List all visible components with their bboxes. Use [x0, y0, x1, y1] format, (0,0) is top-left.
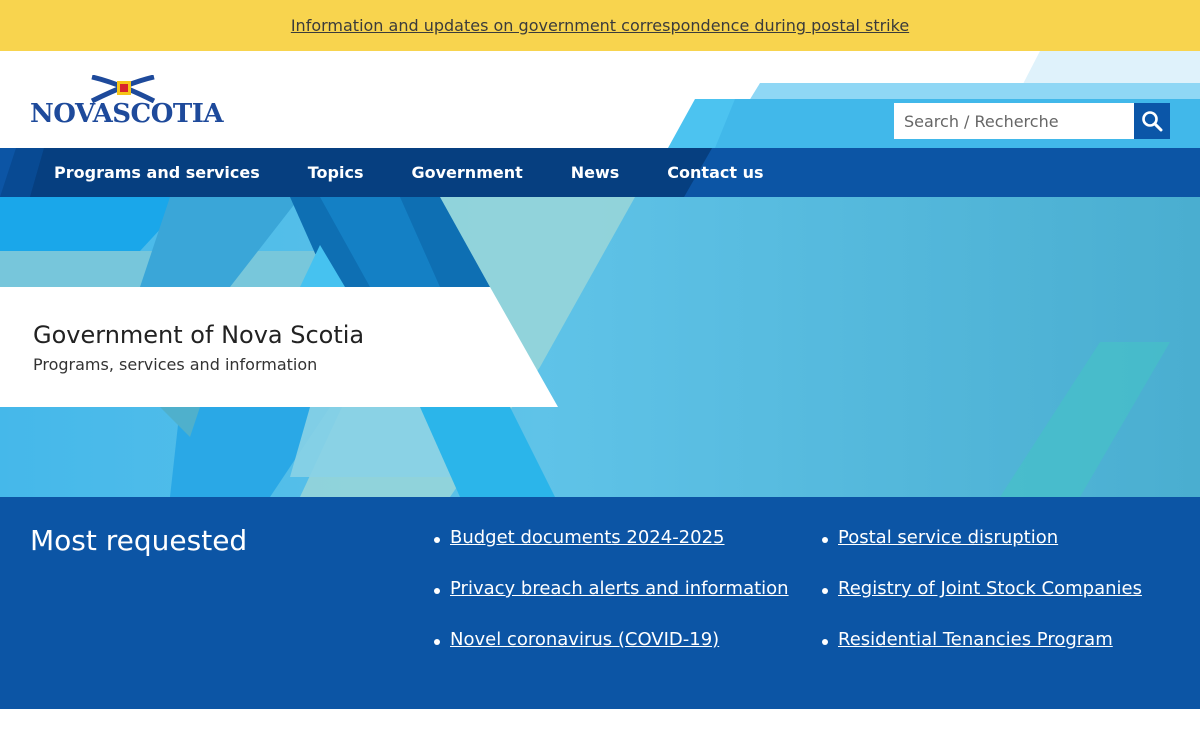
section-heading: Most requested — [30, 524, 248, 557]
list-item: Postal service disruption — [820, 527, 1142, 578]
link-covid-19[interactable]: Novel coronavirus (COVID-19) — [450, 629, 719, 650]
link-postal-disruption[interactable]: Postal service disruption — [838, 527, 1058, 548]
link-registry-joint-stock[interactable]: Registry of Joint Stock Companies — [838, 578, 1142, 599]
page-title: Government of Nova Scotia — [33, 321, 365, 349]
list-item: Privacy breach alerts and information — [432, 578, 789, 629]
search-input[interactable] — [894, 103, 1134, 139]
nav-item-contact-us[interactable]: Contact us — [643, 163, 787, 182]
magnifier-icon — [1142, 111, 1163, 132]
link-privacy-breach[interactable]: Privacy breach alerts and information — [450, 578, 789, 599]
list-item: Residential Tenancies Program — [820, 629, 1142, 680]
alert-banner: Information and updates on government co… — [0, 0, 1200, 51]
hero-card: Government of Nova Scotia Programs, serv… — [33, 321, 364, 374]
most-requested-section: Most requested Budget documents 2024-202… — [0, 497, 1200, 709]
nav-item-topics[interactable]: Topics — [284, 163, 388, 182]
search-bar — [894, 103, 1170, 139]
nav-item-government[interactable]: Government — [388, 163, 547, 182]
list-item: Novel coronavirus (COVID-19) — [432, 629, 789, 680]
nav-item-news[interactable]: News — [547, 163, 644, 182]
list-item: Budget documents 2024-2025 — [432, 527, 789, 578]
site-header: NOVASCOTIA — [0, 51, 1200, 148]
nova-scotia-logo[interactable]: NOVASCOTIA — [30, 75, 224, 131]
nav-item-programs-and-services[interactable]: Programs and services — [30, 163, 284, 182]
page-subtitle: Programs, services and information — [33, 355, 318, 374]
requested-list-right: Postal service disruption Registry of Jo… — [820, 527, 1142, 680]
alert-link[interactable]: Information and updates on government co… — [291, 16, 909, 35]
logo-wordmark: NOVASCOTIA — [30, 99, 224, 129]
hero-banner: Government of Nova Scotia Programs, serv… — [0, 197, 1200, 497]
link-residential-tenancies[interactable]: Residential Tenancies Program — [838, 629, 1113, 650]
link-budget-documents[interactable]: Budget documents 2024-2025 — [450, 527, 725, 548]
main-nav: Programs and services Topics Government … — [0, 148, 1200, 197]
list-item: Registry of Joint Stock Companies — [820, 578, 1142, 629]
search-button[interactable] — [1134, 103, 1170, 139]
requested-list-left: Budget documents 2024-2025 Privacy breac… — [432, 527, 789, 680]
